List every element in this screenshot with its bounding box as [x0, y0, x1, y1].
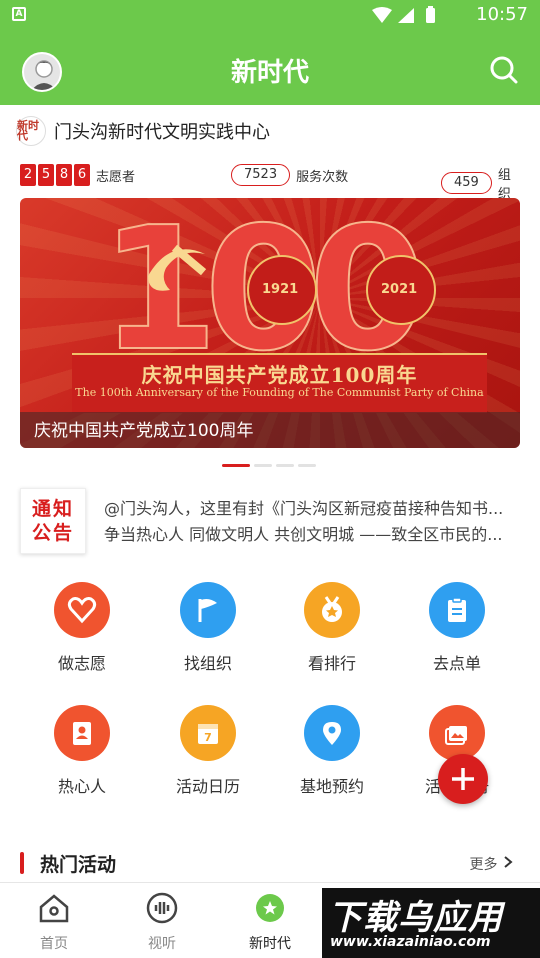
- banner-caption: 庆祝中国共产党成立100周年: [34, 421, 254, 441]
- feature-label: 去点单: [432, 654, 481, 673]
- svg-text:7: 7: [204, 731, 212, 744]
- more-link[interactable]: 更多: [470, 854, 514, 874]
- notice-line[interactable]: 争当热心人 同做文明人 共创文明城 ——致全区市民的...: [104, 522, 520, 548]
- flag-icon: [180, 582, 236, 638]
- carousel-dot[interactable]: [254, 464, 272, 467]
- volunteer-digit: 2: [20, 164, 36, 186]
- notice-badge: 通知公告: [20, 488, 86, 554]
- carousel-dot[interactable]: [276, 464, 294, 467]
- feature-volunteer[interactable]: 做志愿: [22, 582, 142, 674]
- volunteer-digit: 8: [56, 164, 72, 186]
- location-pin-icon: [304, 705, 360, 761]
- app-header: 新时代: [0, 30, 540, 105]
- tab-label: 视听: [148, 936, 176, 952]
- clipboard-icon: [429, 582, 485, 638]
- service-count-label: 服务次数: [296, 169, 349, 185]
- medal-icon: [304, 582, 360, 638]
- status-bar: A 10:57: [0, 0, 540, 30]
- service-count: 7523 服务次数: [231, 164, 348, 186]
- watermark-title: 下载乌应用: [328, 898, 503, 938]
- org-logo: 新时代: [16, 116, 46, 146]
- volunteer-count: 2 5 8 6 志愿者: [20, 164, 135, 186]
- status-icons: [370, 6, 450, 30]
- chevron-right-icon: [504, 856, 513, 868]
- tab-new-era[interactable]: 新时代: [216, 891, 324, 953]
- battery-icon: [426, 8, 435, 23]
- banner-art: 100: [99, 198, 436, 358]
- feature-label: 热心人: [57, 777, 106, 796]
- feature-ranking[interactable]: 看排行: [272, 582, 392, 674]
- feature-label: 看排行: [307, 654, 356, 673]
- calendar-icon: 7: [180, 705, 236, 761]
- org-count-label: 组织: [497, 168, 511, 202]
- search-icon[interactable]: [488, 54, 520, 86]
- feature-base-booking[interactable]: 基地预约: [272, 705, 392, 797]
- banner-carousel[interactable]: 100 1921 2021 庆祝中国共产党成立100周年 The 100th A…: [20, 198, 520, 448]
- feature-label: 基地预约: [299, 777, 364, 796]
- org-name: 门头沟新时代文明实践中心: [54, 122, 270, 143]
- signal-icon: [398, 8, 414, 23]
- star-icon: [256, 894, 284, 922]
- section-title: 热门活动: [40, 854, 117, 876]
- banner-image-subtitle: The 100th Anniversary of the Founding of…: [75, 386, 484, 399]
- plus-icon: [452, 768, 474, 790]
- tab-label: 首页: [40, 936, 68, 952]
- feature-label: 做志愿: [57, 654, 106, 673]
- app-notification-icon: A: [12, 7, 26, 21]
- feature-find-org[interactable]: 找组织: [148, 582, 268, 674]
- volunteer-digit: 5: [38, 164, 54, 186]
- hot-activities-header: 热门活动 更多: [20, 848, 520, 878]
- notice-board[interactable]: 通知公告 @门头沟人，这里有封《门头沟区新冠疫苗接种告知书... 争当热心人 同…: [20, 488, 520, 554]
- carousel-dot[interactable]: [222, 464, 250, 467]
- banner-year-end: 2021: [381, 282, 418, 297]
- carousel-indicator: [222, 464, 320, 467]
- notice-badge-text: 通知公告: [31, 498, 74, 544]
- org-header[interactable]: 新时代 门头沟新时代文明实践中心: [16, 116, 270, 146]
- feature-order[interactable]: 去点单: [397, 582, 517, 674]
- page-title: 新时代: [230, 58, 309, 88]
- status-time: 10:57: [476, 4, 528, 25]
- feature-calendar[interactable]: 7 活动日历: [148, 705, 268, 797]
- volunteer-digit: 6: [74, 164, 90, 186]
- carousel-dot[interactable]: [298, 464, 316, 467]
- home-icon: [39, 894, 69, 923]
- banner-year-start: 1921: [262, 282, 299, 297]
- banner-image-title: 庆祝中国共产党成立100周年: [141, 363, 418, 387]
- stats-row: 2 5 8 6 志愿者 7523 服务次数 459 组织: [20, 164, 520, 202]
- audio-icon: [146, 892, 178, 924]
- feature-enthusiast[interactable]: 热心人: [22, 705, 142, 797]
- wifi-icon: [372, 7, 392, 23]
- watermark-logo: 下载乌应用 www.xiazainiao.com: [322, 888, 540, 958]
- photo-album-icon: [429, 705, 485, 761]
- tab-media[interactable]: 视听: [108, 891, 216, 953]
- feature-label: 找组织: [183, 654, 232, 673]
- org-count-value: 459: [441, 172, 492, 194]
- service-count-value: 7523: [231, 164, 291, 186]
- volunteer-label: 志愿者: [96, 169, 136, 185]
- person-card-icon: [54, 705, 110, 761]
- org-count: 459 组织: [441, 164, 520, 202]
- feature-label: 活动日历: [175, 777, 240, 796]
- heart-icon: [54, 582, 110, 638]
- section-accent: [20, 852, 24, 874]
- add-button[interactable]: [438, 754, 488, 804]
- tab-label: 新时代: [249, 936, 291, 952]
- more-label: 更多: [469, 857, 498, 873]
- watermark-url: www.xiazainiao.com: [330, 934, 491, 950]
- notice-line[interactable]: @门头沟人，这里有封《门头沟区新冠疫苗接种告知书...: [104, 496, 520, 522]
- tab-home[interactable]: 首页: [0, 891, 108, 953]
